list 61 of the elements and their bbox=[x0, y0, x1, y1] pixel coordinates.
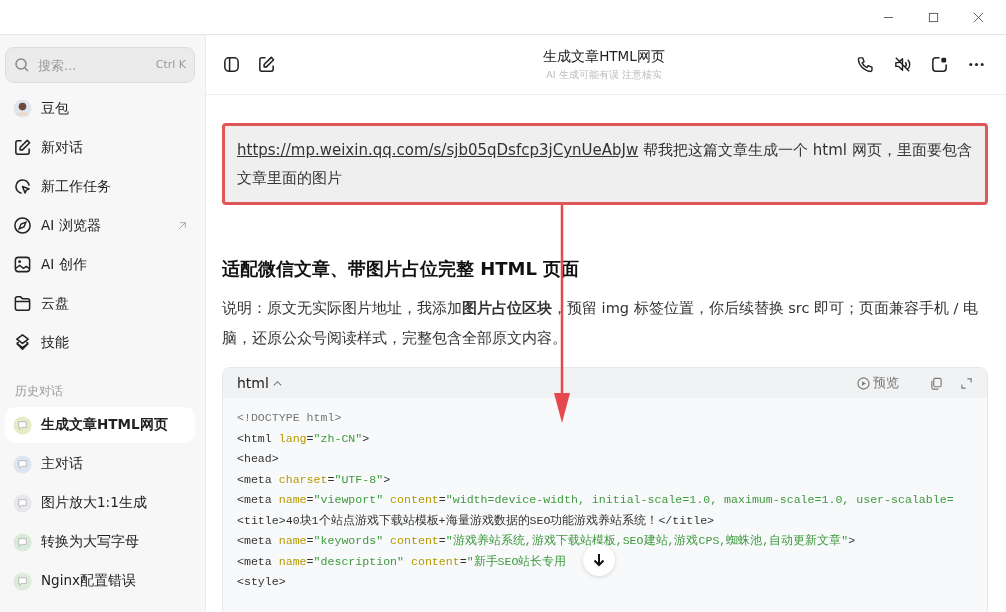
folder-icon bbox=[13, 294, 32, 313]
article-link[interactable]: https://mp.weixin.qq.com/s/sjb05qDsfcp3jCynUeAbJw bbox=[237, 141, 639, 159]
history-item[interactable]: 图片放大1:1生成 bbox=[5, 485, 195, 521]
history-label: 图片放大1:1生成 bbox=[41, 494, 147, 512]
history-label: 转换为大写字母 bbox=[41, 533, 139, 551]
chat-title: 生成文章HTML网页 bbox=[542, 47, 666, 66]
nav-label: AI 浏览器 bbox=[41, 216, 101, 235]
maximize-icon[interactable] bbox=[928, 11, 939, 23]
code-line: <meta name="keywords" content="游戏养站系统,游戏下载站模板,SEO建站,游戏CPS,蜘蛛池,自动更新文章"> bbox=[237, 533, 856, 549]
code-line: <style> bbox=[237, 574, 286, 590]
scroll-down-button[interactable] bbox=[583, 544, 615, 576]
nav-label: 云盘 bbox=[41, 294, 69, 313]
nav-item[interactable]: 技能 bbox=[5, 323, 195, 362]
code-line: <html lang="zh-CN"> bbox=[237, 430, 370, 447]
nav-label: AI 创作 bbox=[41, 255, 87, 274]
nav-item[interactable]: 新对话 bbox=[5, 128, 195, 167]
image-icon bbox=[13, 255, 32, 274]
edit-icon bbox=[13, 138, 32, 157]
language-label: html bbox=[237, 375, 269, 391]
section-title: 历史对话 bbox=[15, 384, 64, 399]
history-item[interactable]: Nginx配置错误 bbox=[5, 563, 195, 599]
nav-item[interactable]: 云盘 bbox=[5, 284, 195, 323]
search-icon bbox=[14, 57, 30, 73]
nav-label: 豆包 bbox=[41, 99, 69, 118]
code-line: <title>40块1个站点游戏下载站模板+海量游戏数据的SEO功能游戏养站系统！</title> bbox=[237, 512, 715, 529]
history-label: Nginx配置错误 bbox=[41, 572, 136, 590]
history-item[interactable]: 生成文章HTML网页 bbox=[5, 407, 195, 443]
phone-icon[interactable] bbox=[856, 55, 875, 74]
nav-label: 技能 bbox=[41, 333, 69, 352]
play-icon bbox=[857, 376, 870, 390]
code-line: <!DOCTYPE html> bbox=[237, 410, 342, 426]
nav-label: 新工作任务 bbox=[41, 177, 111, 196]
nav-item[interactable]: AI 浏览器 bbox=[5, 206, 195, 245]
preview-button[interactable]: 预览 bbox=[857, 374, 899, 392]
mute-icon[interactable] bbox=[893, 55, 912, 74]
history-label: 主对话 bbox=[41, 455, 83, 473]
avatar-icon bbox=[13, 99, 32, 118]
user-message: https://mp.weixin.qq.com/s/sjb05qDsfcp3jCynUeAbJw 帮我把这篇文章生成一个 html 网页，里面要包含文章里面的图片 bbox=[222, 123, 988, 205]
history-item[interactable]: 主对话 bbox=[5, 446, 195, 482]
code-line: <meta name="description" content="新手SEO站长专用 bbox=[237, 553, 567, 570]
code-line: <meta name="viewport" content="width=device-width, initial-scale=1.0, maximum-scale=1.0, user-scalable= bbox=[237, 492, 954, 508]
history-item[interactable]: 转换为大写字母 bbox=[5, 524, 195, 560]
code-line: <meta charset="UTF-8"> bbox=[237, 471, 391, 488]
code-line: <head> bbox=[237, 451, 279, 467]
nav-item[interactable]: 新工作任务 bbox=[5, 167, 195, 206]
history-label: 生成文章HTML网页 bbox=[41, 416, 168, 434]
arrow-down-icon bbox=[591, 552, 607, 568]
window-icon[interactable] bbox=[930, 55, 949, 74]
nav-item[interactable]: AI 创作 bbox=[5, 245, 195, 284]
nav-label: 新对话 bbox=[41, 138, 83, 157]
edit-icon[interactable] bbox=[257, 55, 276, 74]
shortcut-hint: Ctrl K bbox=[155, 58, 186, 71]
answer-paragraph: 说明：原文无实际图片地址，我添加图片占位区块，预留 img 标签位置，你后续替换 src 即可；页面兼容手机 / 电脑，还原公众号阅读样式，完整包含全部原文内容。 bbox=[222, 299, 980, 348]
nav-item[interactable]: 豆包 bbox=[5, 89, 195, 128]
layers-icon bbox=[13, 333, 32, 352]
close-icon[interactable] bbox=[973, 11, 984, 23]
compass-icon bbox=[13, 216, 32, 235]
copy-icon[interactable] bbox=[930, 376, 943, 390]
cursor-icon bbox=[13, 177, 32, 196]
expand-icon[interactable] bbox=[960, 376, 973, 390]
sidebar-toggle-icon[interactable] bbox=[222, 55, 241, 74]
